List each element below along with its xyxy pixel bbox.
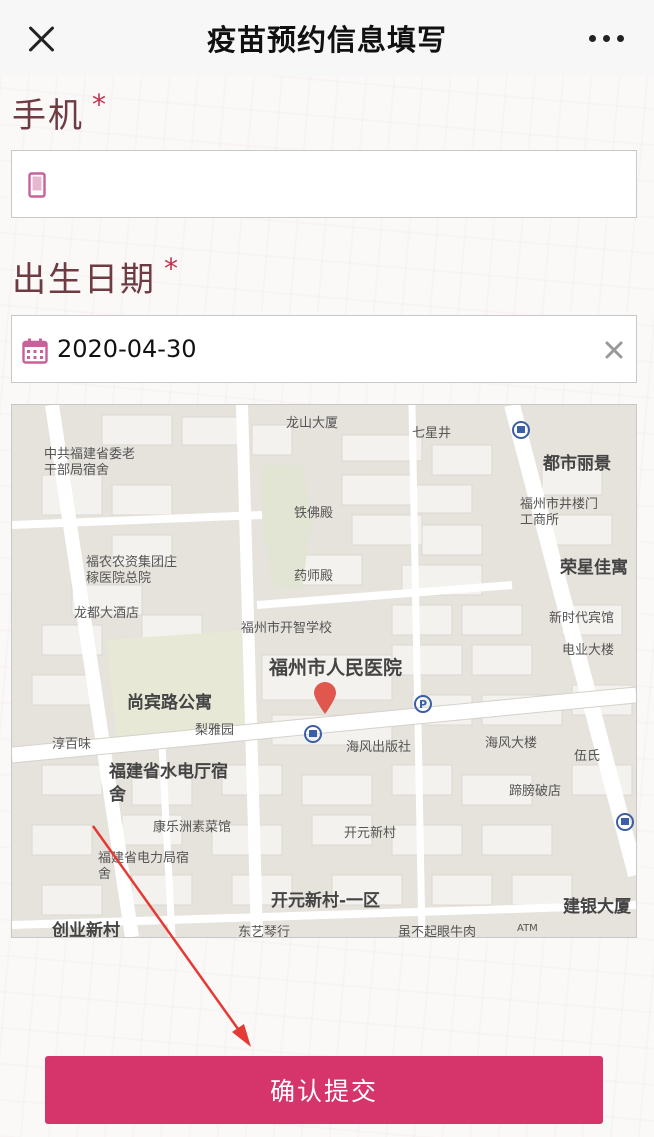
mobile-phone-icon bbox=[28, 172, 46, 198]
more-horizontal-icon[interactable] bbox=[589, 35, 624, 42]
location-pin-icon bbox=[314, 682, 336, 714]
map-label: 伍氏 bbox=[574, 749, 601, 764]
map-label: 福州市人民医院 bbox=[269, 657, 403, 679]
dob-value[interactable]: 2020-04-30 bbox=[57, 335, 196, 363]
map-label: 开元新村-一区 bbox=[271, 891, 381, 911]
map-label: 梨雅园 bbox=[195, 723, 235, 738]
map-label: 东艺琴行 bbox=[238, 925, 291, 938]
phone-input[interactable] bbox=[64, 151, 628, 219]
phone-field[interactable] bbox=[11, 150, 637, 219]
map-label: 福建省水电厅宿舍 bbox=[109, 762, 228, 805]
dob-label-text: 出生日期 bbox=[12, 260, 156, 300]
map-label: 荣星佳寓 bbox=[560, 558, 628, 578]
phone-label-text: 手机 bbox=[12, 96, 84, 136]
map-label: 福州市开智学校 bbox=[241, 621, 333, 636]
parking-icon: P bbox=[414, 695, 432, 713]
phone-label: 手机 * bbox=[12, 88, 108, 137]
map-label: 创业新村 bbox=[52, 921, 120, 938]
clear-icon[interactable] bbox=[604, 340, 624, 360]
map-label: 虽不起眼牛肉 bbox=[398, 925, 477, 938]
map-label: 建银大厦 bbox=[563, 897, 631, 917]
map-label: 海风出版社 bbox=[346, 740, 412, 755]
map-label: 福州市井楼门工商所 bbox=[520, 497, 599, 528]
svg-text:P: P bbox=[419, 698, 427, 711]
map-label: 开元新村 bbox=[344, 826, 397, 841]
map-label: 海风大楼 bbox=[485, 736, 538, 751]
map-label: ATM bbox=[517, 923, 538, 934]
map-label: 蹄膀破店 bbox=[509, 784, 562, 799]
required-mark: * bbox=[92, 88, 108, 121]
bus-stop-icon bbox=[616, 813, 634, 831]
calendar-icon bbox=[22, 338, 48, 364]
map-label: 福建省电力局宿舍 bbox=[98, 851, 190, 882]
map-label: 都市丽景 bbox=[543, 454, 611, 474]
close-icon[interactable] bbox=[24, 22, 58, 56]
dob-label: 出生日期 * bbox=[12, 252, 180, 301]
map[interactable]: 龙山大厦 七星井 都市丽景 中共福建省委老干部局宿舍 铁佛殿 福州市井楼门工商所… bbox=[11, 404, 637, 938]
navbar: 疫苗预约信息填写 bbox=[0, 0, 654, 76]
map-label: 七星井 bbox=[412, 426, 452, 441]
map-label: 福农农资集团庄稼医院总院 bbox=[86, 555, 178, 586]
map-label: 龙山大厦 bbox=[286, 416, 339, 431]
map-label: 淳百味 bbox=[52, 737, 92, 752]
submit-button[interactable]: 确认提交 bbox=[45, 1056, 603, 1124]
required-mark: * bbox=[164, 252, 180, 285]
bus-stop-icon bbox=[304, 725, 322, 743]
bus-stop-icon bbox=[512, 421, 530, 439]
map-label: 尚宾路公寓 bbox=[127, 693, 212, 713]
page-title: 疫苗预约信息填写 bbox=[206, 23, 447, 57]
map-label: 龙都大酒店 bbox=[74, 606, 140, 621]
map-label: 新时代宾馆 bbox=[549, 611, 615, 626]
dob-field[interactable]: 2020-04-30 bbox=[11, 315, 637, 383]
map-label: 中共福建省委老干部局宿舍 bbox=[44, 447, 136, 478]
map-label: 药师殿 bbox=[294, 569, 334, 584]
map-label: 康乐洲素菜馆 bbox=[153, 820, 232, 835]
map-label: 电业大楼 bbox=[562, 643, 615, 658]
map-label: 铁佛殿 bbox=[294, 506, 334, 521]
